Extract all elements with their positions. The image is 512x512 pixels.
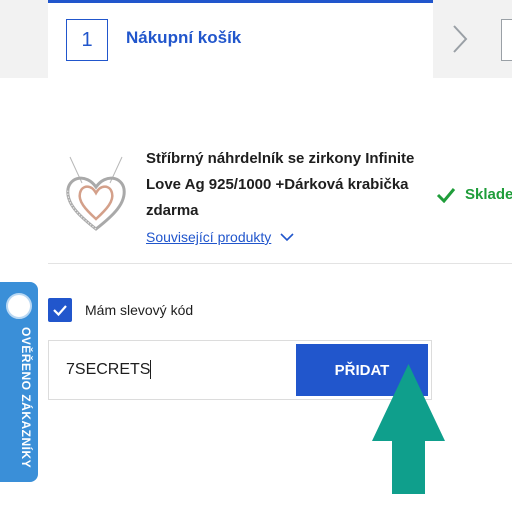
- arrow-up-icon: [372, 364, 445, 494]
- related-products-link[interactable]: Související produkty: [146, 229, 295, 245]
- coupon-checkbox-label[interactable]: Mám slevový kód: [85, 302, 193, 318]
- chevron-right-icon[interactable]: [448, 22, 472, 56]
- divider: [48, 263, 512, 264]
- chevron-down-icon[interactable]: [279, 232, 295, 242]
- stock-status: Skladem: [436, 186, 512, 203]
- related-products-label[interactable]: Související produkty: [146, 229, 271, 245]
- coupon-code-input[interactable]: [66, 358, 266, 382]
- product-title[interactable]: Stříbrný náhrdelník se zirkony Infinite …: [146, 146, 426, 224]
- next-step-box[interactable]: [501, 19, 512, 61]
- step-label[interactable]: Nákupní košík: [126, 28, 241, 48]
- checkbox-checked-icon: [53, 305, 67, 317]
- text-caret: [150, 360, 151, 379]
- checkmark-icon: [436, 187, 456, 203]
- product-image[interactable]: [60, 155, 132, 237]
- verified-badge[interactable]: OVĚŘENO ZÁKAZNÍKY: [0, 282, 38, 482]
- coupon-checkbox[interactable]: [48, 298, 72, 322]
- step-number: 1: [81, 28, 93, 51]
- stock-status-label: Skladem: [465, 186, 512, 203]
- badge-seal-icon: [6, 293, 32, 319]
- badge-label: OVĚŘENO ZÁKAZNÍKY: [19, 327, 33, 469]
- step-number-box: 1: [66, 19, 108, 61]
